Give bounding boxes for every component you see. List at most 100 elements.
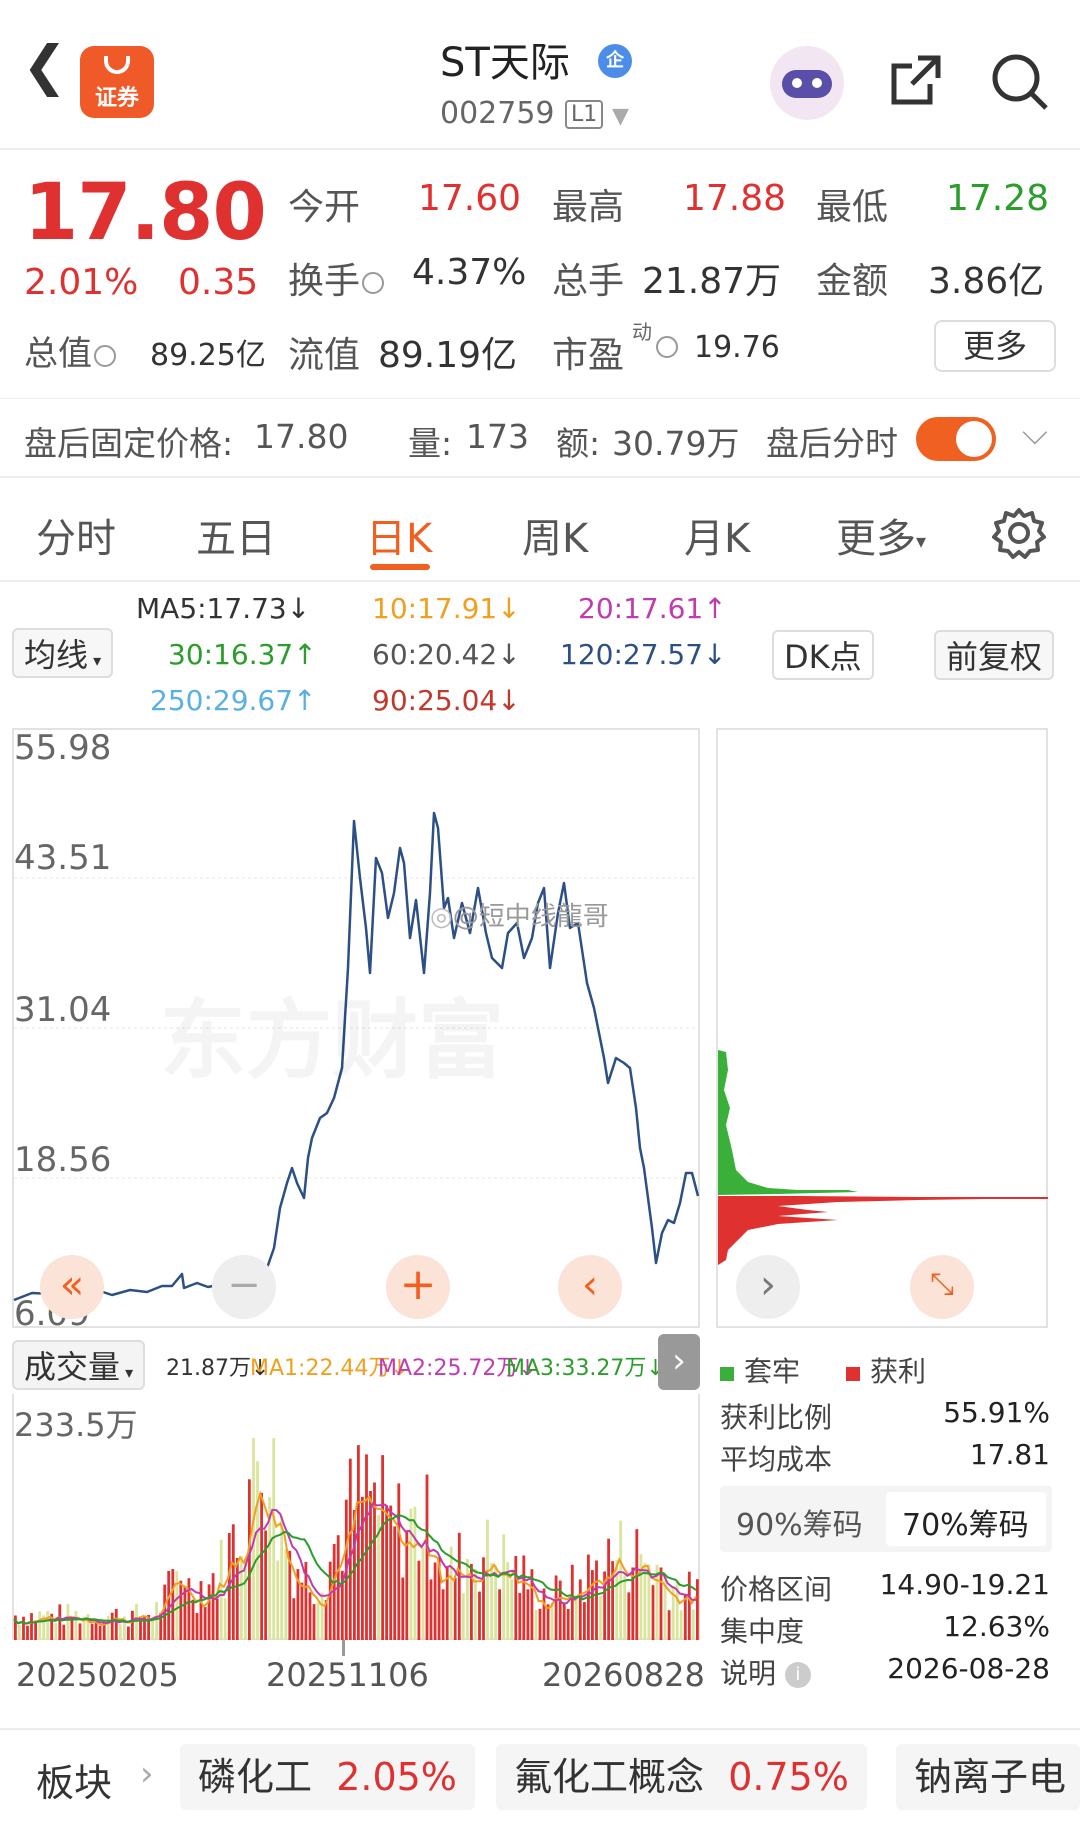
volume-bar [316, 1602, 320, 1640]
volume-bar [26, 1625, 29, 1640]
after-hours-toggle[interactable] [916, 417, 996, 461]
level-badge: L1 [565, 100, 604, 129]
volume-bar [461, 1593, 465, 1640]
concentration-label: 集中度 [720, 1615, 805, 1648]
seg-70-button[interactable]: 70%筹码 [902, 1500, 1029, 1544]
step-back-button[interactable]: ‹ [558, 1255, 622, 1319]
x-tick-mark [342, 1640, 345, 1656]
ma60-legend: 60:20.42↓ [372, 638, 521, 671]
volume-bar [34, 1620, 37, 1640]
volume-bar [413, 1506, 417, 1640]
info-icon[interactable] [362, 272, 385, 294]
tab-daily-k[interactable]: 日K [366, 506, 432, 564]
search-icon[interactable] [988, 50, 1052, 114]
volume-bar [522, 1555, 526, 1640]
volume-bar [22, 1616, 25, 1640]
tab-more[interactable]: 更多▾ [836, 506, 926, 564]
enterprise-badge: 企 [598, 44, 632, 78]
volume-selector[interactable]: 成交量 ▾ [12, 1340, 146, 1390]
volume-bar [348, 1458, 352, 1640]
sector-chip[interactable]: 磷化工 2.05% [180, 1744, 475, 1810]
volume-bar [546, 1604, 550, 1640]
volume-bar [320, 1592, 324, 1640]
info-icon[interactable]: i [784, 1662, 811, 1688]
ma20-legend: 20:17.61↑ [578, 592, 727, 625]
back-arrow-icon[interactable]: ❮ [22, 34, 67, 97]
volume-bar [691, 1609, 695, 1640]
volume-bar [429, 1579, 433, 1640]
volume-bar [127, 1626, 130, 1640]
gear-icon[interactable] [992, 506, 1046, 560]
volume-bar [566, 1609, 570, 1640]
caret-down-icon[interactable]: ▼ [612, 104, 629, 129]
price-range-value: 14.90-19.21 [879, 1568, 1050, 1601]
total-cap-value: 89.25亿 [150, 338, 266, 373]
volume-bar [562, 1603, 566, 1640]
volume-bar [679, 1610, 683, 1640]
avg-cost-label: 平均成本 [720, 1443, 833, 1476]
tab-monthly-k[interactable]: 月K [684, 506, 750, 564]
adjust-button[interactable]: 前复权 [934, 630, 1055, 680]
volume-bar [599, 1596, 602, 1640]
seg-90-button[interactable]: 90%筹码 [736, 1500, 863, 1544]
assistant-robot-icon[interactable] [770, 46, 844, 120]
volume-bar [70, 1617, 74, 1640]
chevron-down-icon[interactable]: ⌵ [1022, 413, 1048, 453]
turnover-value: 4.37% [412, 252, 527, 293]
volume-bar [591, 1570, 594, 1640]
volume-bar [284, 1549, 288, 1640]
volume-bar [260, 1492, 263, 1640]
tab-five-day[interactable]: 五日 [196, 506, 276, 564]
avg-cost-value: 17.81 [969, 1438, 1050, 1471]
volume-bar [627, 1592, 631, 1640]
volume-bar [651, 1585, 655, 1640]
volume-bar [397, 1483, 401, 1640]
volume-bar [215, 1598, 219, 1640]
zoom-in-button[interactable]: + [386, 1255, 450, 1319]
ma10-legend: 10:17.91↓ [372, 592, 521, 625]
chevron-right-icon[interactable]: › [140, 1754, 154, 1794]
sector-bar: 板块 › 磷化工 2.05% 氟化工概念 0.75% 钠离子电 [0, 1728, 1080, 1826]
volume-bar [538, 1608, 542, 1640]
chevron-right-icon[interactable]: › [658, 1334, 700, 1390]
volume-bar [361, 1496, 364, 1640]
rewind-button[interactable]: « [40, 1255, 104, 1319]
ma120-legend: 120:27.57↓ [560, 638, 727, 671]
dk-point-button[interactable]: DK点 [772, 630, 874, 680]
volume-bar [235, 1558, 239, 1640]
caret-down-icon: ▾ [120, 1363, 134, 1382]
volume-bar [574, 1594, 578, 1640]
chevron-right-icon[interactable]: › [736, 1255, 800, 1319]
high-label: 最高 [552, 187, 625, 228]
more-button[interactable]: 更多 [934, 320, 1056, 372]
caret-down-icon: ▾ [88, 651, 102, 670]
ma-selector-button[interactable]: 均线 ▾ [12, 628, 114, 678]
volume-bar [38, 1611, 41, 1640]
share-icon[interactable] [886, 50, 946, 110]
volume-bar [583, 1602, 586, 1640]
volume-bar [292, 1598, 296, 1640]
info-icon[interactable] [654, 336, 680, 358]
current-price: 17.80 [24, 168, 267, 258]
zoom-out-button[interactable]: − [212, 1255, 276, 1319]
volume-bar [457, 1532, 461, 1640]
volume-bar [131, 1610, 134, 1640]
tab-timeshare[interactable]: 分时 [36, 506, 116, 564]
volume-bar [474, 1568, 477, 1640]
volume-bar [74, 1611, 78, 1640]
volume-value: 21.87万 [642, 261, 782, 302]
volume-bar [526, 1589, 530, 1640]
volume-bar [62, 1624, 66, 1640]
expand-icon[interactable]: ⤡ [910, 1255, 974, 1319]
sector-chip[interactable]: 氟化工概念 0.75% [496, 1744, 867, 1810]
info-icon[interactable] [94, 344, 116, 367]
volume-bar [199, 1581, 203, 1640]
volume-bar [482, 1557, 485, 1640]
tab-weekly-k[interactable]: 周K [522, 506, 588, 564]
ma250-legend: 250:29.67↑ [150, 684, 317, 717]
sector-chip[interactable]: 钠离子电 [896, 1744, 1080, 1810]
after-hours-timeshare-label: 盘后分时 [766, 424, 898, 463]
volume-bar [449, 1546, 453, 1640]
volume-bar [98, 1625, 102, 1640]
price-range-label: 价格区间 [720, 1573, 833, 1606]
